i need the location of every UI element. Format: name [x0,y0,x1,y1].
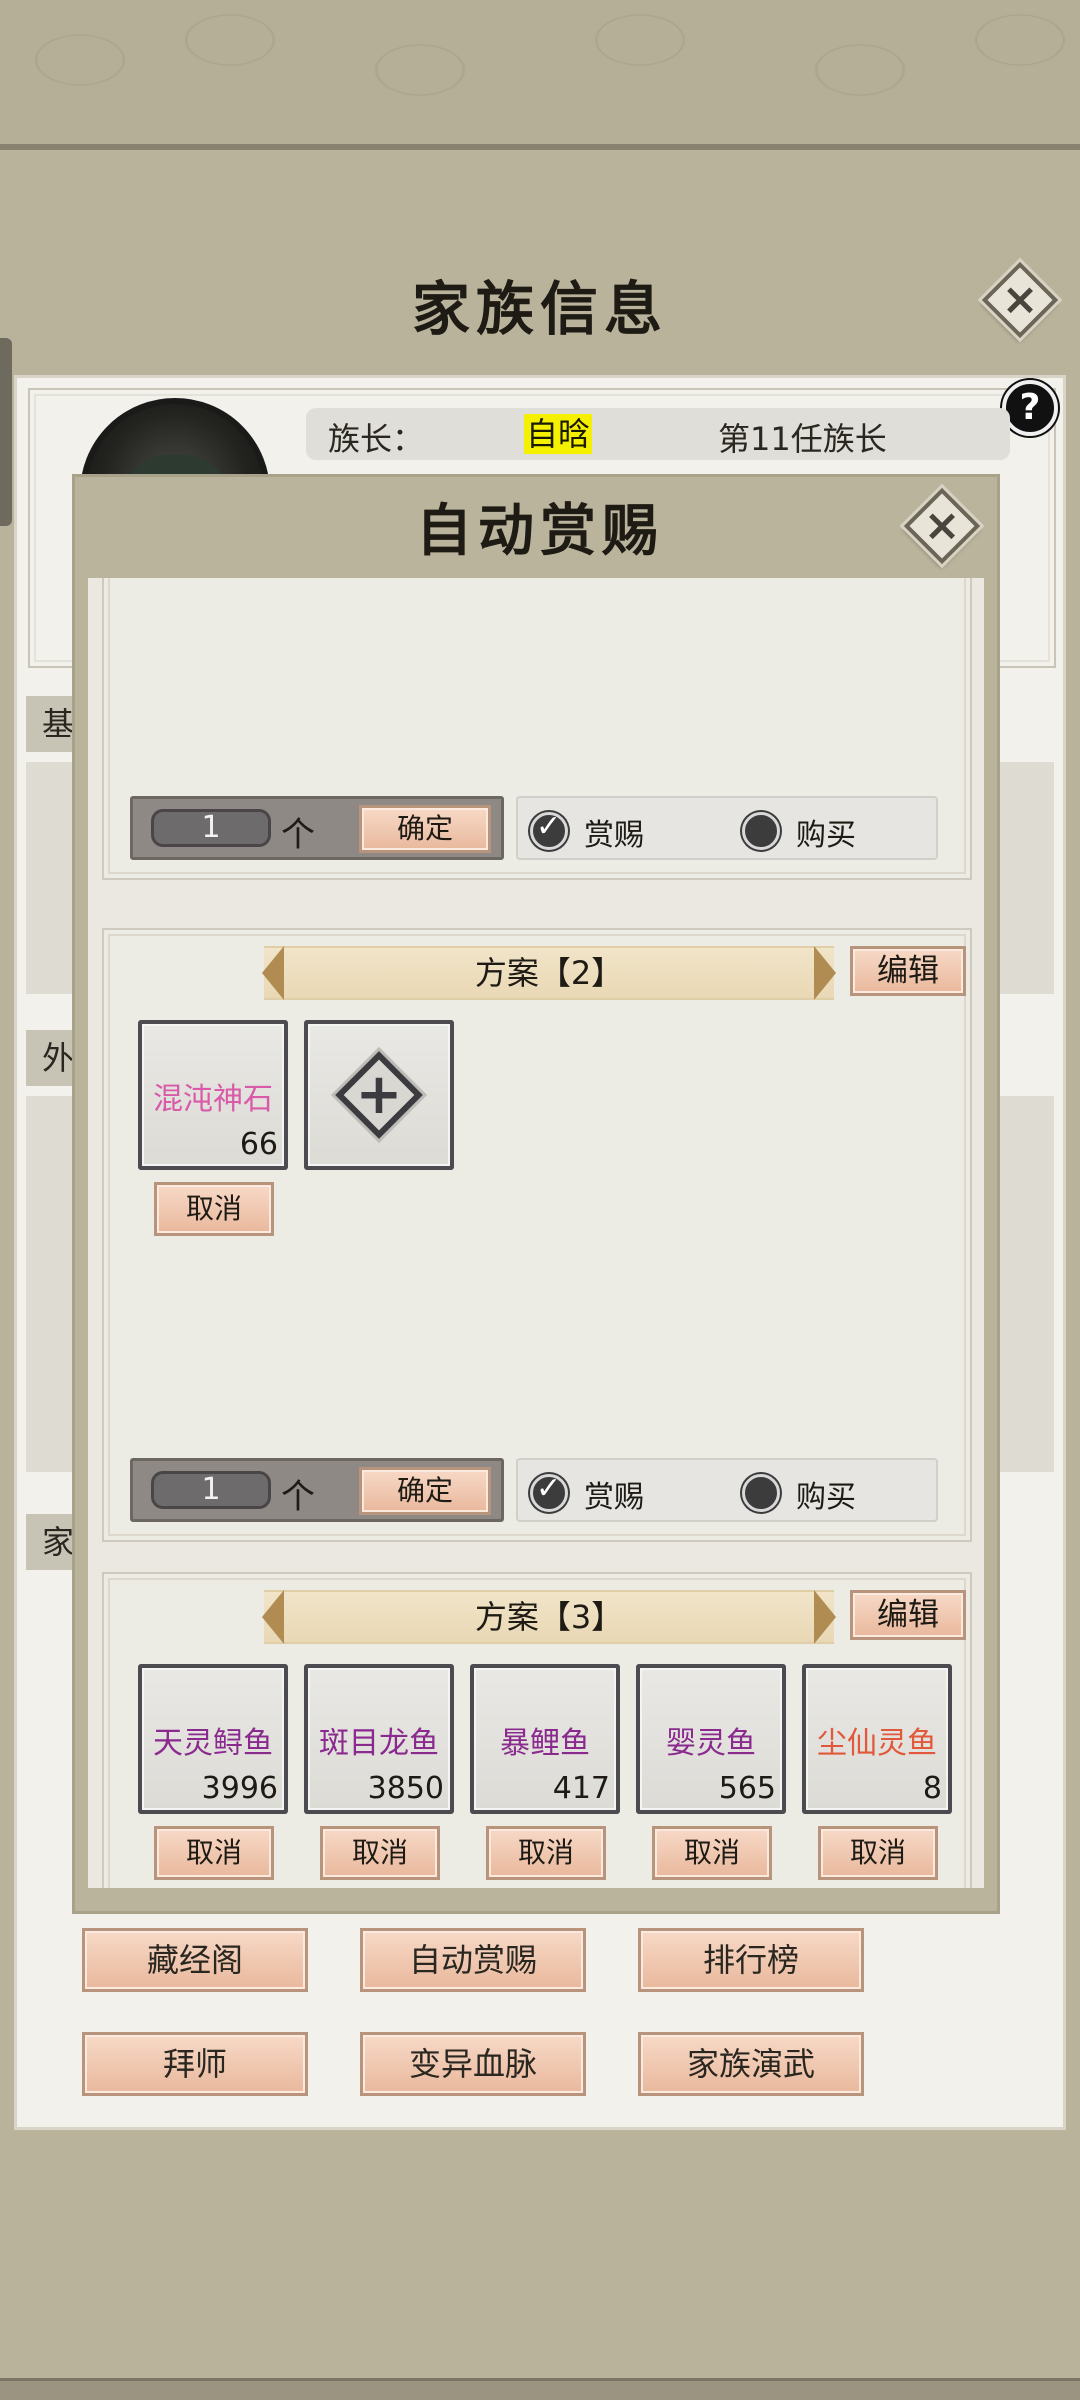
chevron-right-icon[interactable] [814,946,836,1000]
leader-rank: 第11任族长 [718,420,887,458]
plan-1-buy-label: 购买 [796,818,856,853]
family-info-close-button[interactable]: × [981,261,1059,339]
item-count: 8 [922,1771,942,1806]
cancel-button[interactable]: 取消 [486,1826,606,1880]
item-slot[interactable]: 尘仙灵鱼 8 [802,1664,952,1814]
auto-reward-title: 自动赏赐 [416,498,664,564]
item-count: 3996 [201,1771,278,1806]
plan-list[interactable]: 1 个 确定 ✓ 赏赐 购买 方案【2】 编辑 混沌神石 66 + 取消 1 个… [88,578,984,1888]
apprentice-button[interactable]: 拜师 [82,2032,308,2096]
scripture-pavilion-button[interactable]: 藏经阁 [82,1928,308,1992]
cancel-button[interactable]: 取消 [652,1826,772,1880]
plan-2-buy-label: 购买 [796,1480,856,1515]
mutant-bloodline-button[interactable]: 变异血脉 [360,2032,586,2096]
leader-name: 自晗 [524,414,593,454]
plan-2-buy-radio[interactable] [742,1474,780,1512]
family-info-title: 家族信息 [411,275,668,343]
close-icon: × [1001,274,1039,325]
item-name: 斑目龙鱼 [319,1726,439,1761]
cancel-button[interactable]: 取消 [818,1826,938,1880]
item-name: 尘仙灵鱼 [817,1726,937,1761]
item-name: 天灵鲟鱼 [153,1726,273,1761]
plan-1-mode-group: ✓ 赏赐 购买 [516,796,938,860]
item-slot[interactable]: 暴鲤鱼 417 [470,1664,620,1814]
bottom-decorative-band [0,2378,1080,2400]
plan-2-mode-group: ✓ 赏赐 购买 [516,1458,938,1522]
chevron-left-icon[interactable] [262,946,284,1000]
item-count: 66 [239,1127,278,1162]
cancel-button[interactable]: 取消 [154,1826,274,1880]
plan-2-quantity-input[interactable]: 1 [151,1471,271,1509]
plan-1-quantity-input[interactable]: 1 [151,809,271,847]
leader-label: 族长： [328,420,425,458]
auto-reward-button[interactable]: 自动赏赐 [360,1928,586,1992]
plus-icon: + [355,1062,403,1127]
left-edge-handle[interactable] [0,338,12,526]
plan-1: 1 个 确定 ✓ 赏赐 购买 [102,578,972,880]
tab-family[interactable]: 家 [26,1514,78,1570]
item-count: 3850 [367,1771,444,1806]
plan-3-edit-button[interactable]: 编辑 [850,1590,966,1640]
add-item-slot[interactable]: + [304,1020,454,1170]
plan-1-reward-radio[interactable]: ✓ [530,809,568,850]
cancel-button[interactable]: 取消 [154,1182,274,1236]
plan-2-title: 方案【2】 [474,954,624,992]
help-button[interactable]: ? [1002,380,1058,436]
plan-2: 方案【2】 编辑 混沌神石 66 + 取消 1 个 确定 ✓ 赏赐 购买 [102,928,972,1542]
item-slot[interactable]: 斑目龙鱼 3850 [304,1664,454,1814]
item-count: 417 [552,1771,610,1806]
check-icon: ✓ [536,809,562,844]
item-name: 婴灵鱼 [666,1726,756,1761]
plan-2-edit-button[interactable]: 编辑 [850,946,966,996]
plan-2-quantity-group: 1 个 确定 [130,1458,504,1522]
plan-2-header: 方案【2】 [262,946,836,1000]
family-martial-button[interactable]: 家族演武 [638,2032,864,2096]
item-name: 混沌神石 [153,1082,273,1117]
item-name: 暴鲤鱼 [500,1726,590,1761]
plan-1-buy-radio[interactable] [742,812,780,850]
plan-3-title: 方案【3】 [474,1598,624,1636]
check-icon: ✓ [536,1471,562,1506]
plan-2-unit: 个 [281,1477,315,1517]
plan-1-unit: 个 [281,815,315,855]
close-icon: × [923,500,961,551]
item-slot[interactable]: 混沌神石 66 [138,1020,288,1170]
tab-basic[interactable]: 基 [26,696,78,752]
plan-3-header: 方案【3】 [262,1590,836,1644]
plan-1-reward-label: 赏赐 [584,818,644,853]
cancel-button[interactable]: 取消 [320,1826,440,1880]
chevron-left-icon[interactable] [262,1590,284,1644]
plan-2-confirm-button[interactable]: 确定 [359,1467,491,1515]
item-slot[interactable]: 婴灵鱼 565 [636,1664,786,1814]
plan-2-reward-label: 赏赐 [584,1480,644,1515]
plan-3: 方案【3】 编辑 天灵鲟鱼 3996 斑目龙鱼 3850 暴鲤鱼 417 婴灵鱼… [102,1572,972,1888]
item-slot[interactable]: 天灵鲟鱼 3996 [138,1664,288,1814]
chevron-right-icon[interactable] [814,1590,836,1644]
auto-reward-close-button[interactable]: × [903,487,981,565]
top-decorative-band [0,0,1080,150]
plan-1-quantity-group: 1 个 确定 [130,796,504,860]
plan-1-confirm-button[interactable]: 确定 [359,805,491,853]
tab-external[interactable]: 外 [26,1030,78,1086]
item-count: 565 [718,1771,776,1806]
plan-2-reward-radio[interactable]: ✓ [530,1471,568,1512]
leaderboard-button[interactable]: 排行榜 [638,1928,864,1992]
